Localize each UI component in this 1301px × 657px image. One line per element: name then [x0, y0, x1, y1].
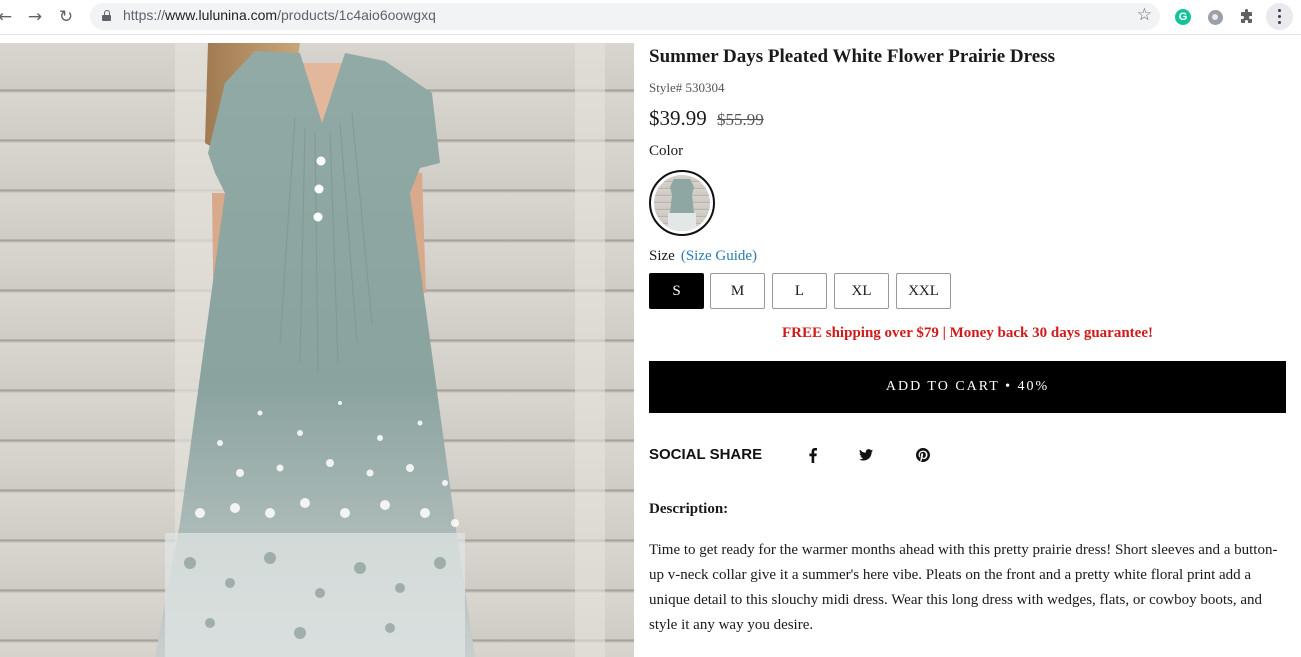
- twitter-icon[interactable]: [856, 446, 876, 464]
- add-to-cart-button[interactable]: ADD TO CART • 40%: [649, 361, 1286, 413]
- size-row: Size (Size Guide): [649, 247, 757, 265]
- circle-extension-icon[interactable]: [1204, 6, 1226, 28]
- reload-icon[interactable]: ↻: [55, 6, 77, 28]
- style-number: Style# 530304: [649, 80, 725, 95]
- size-option-m[interactable]: M: [710, 273, 765, 309]
- pinterest-icon[interactable]: [913, 446, 933, 464]
- browser-toolbar: ← → ↻ https://www.lulunina.com/products/…: [0, 0, 1301, 35]
- address-bar[interactable]: https://www.lulunina.com/products/1c4aio…: [90, 3, 1160, 30]
- description-label: Description:: [649, 501, 729, 517]
- size-option-xxl[interactable]: XXL: [896, 273, 951, 309]
- product-image[interactable]: [0, 43, 634, 657]
- product-title: Summer Days Pleated White Flower Prairie…: [649, 46, 1055, 67]
- arrow-left-icon[interactable]: ←: [0, 6, 16, 28]
- arrow-right-icon[interactable]: →: [24, 6, 46, 28]
- sale-price: $39.99: [649, 106, 707, 130]
- size-label: Size: [649, 248, 675, 264]
- url-text[interactable]: https://www.lulunina.com/products/1c4aio…: [123, 7, 436, 23]
- bookmark-star-icon[interactable]: ☆: [1137, 5, 1152, 25]
- size-guide-link[interactable]: (Size Guide): [681, 248, 757, 264]
- puzzle-icon[interactable]: [1236, 6, 1258, 28]
- shipping-notice: FREE shipping over $79 | Money back 30 d…: [782, 325, 1153, 341]
- facebook-icon[interactable]: [803, 446, 823, 464]
- grammarly-icon[interactable]: G: [1172, 6, 1194, 28]
- size-option-xl[interactable]: XL: [834, 273, 889, 309]
- lock-icon[interactable]: [102, 10, 111, 21]
- color-swatch[interactable]: [649, 170, 715, 236]
- description-text: Time to get ready for the warmer months …: [649, 542, 1278, 633]
- social-share-label: SOCIAL SHARE: [649, 446, 763, 463]
- size-option-s[interactable]: S: [649, 273, 704, 309]
- original-price: $55.99: [717, 110, 764, 129]
- kebab-menu-icon[interactable]: [1266, 3, 1293, 30]
- size-option-l[interactable]: L: [772, 273, 827, 309]
- color-label: Color: [649, 143, 684, 159]
